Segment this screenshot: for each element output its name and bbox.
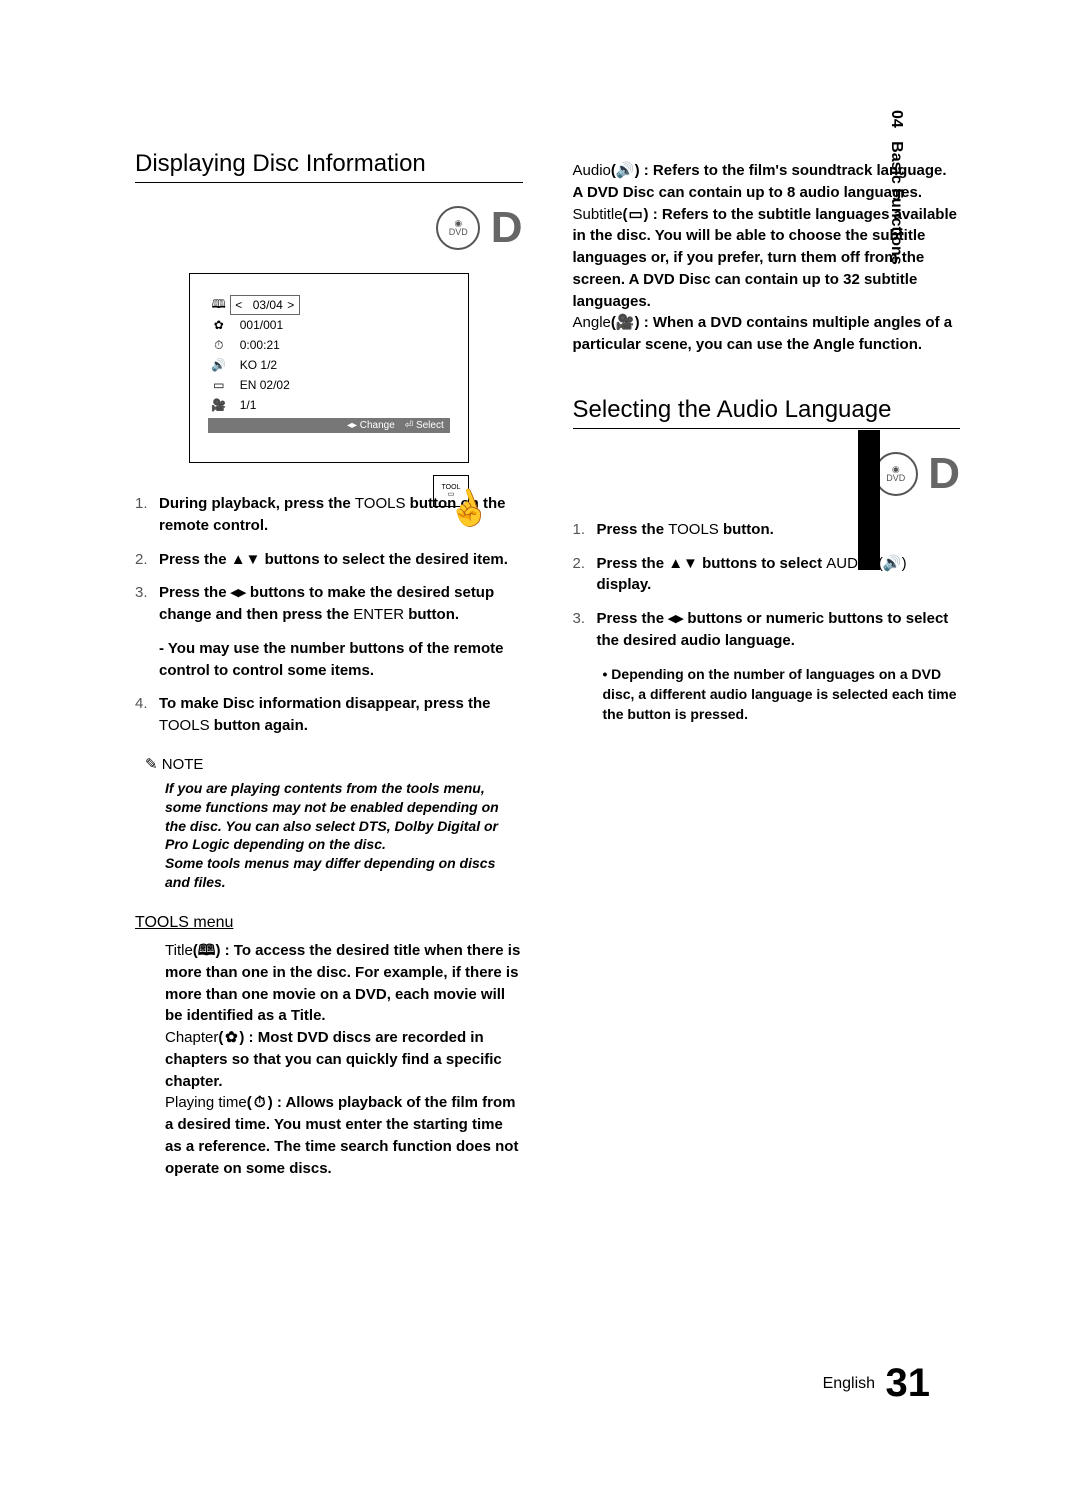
- osd-select-hint: ⏎ Select: [405, 420, 444, 431]
- chapter-icon: ✿: [223, 1027, 239, 1049]
- osd-footer: ◂▸ Change ⏎ Select: [208, 418, 450, 433]
- side-tab: 04 Basic Functions: [887, 110, 905, 265]
- angle-icon: 🎥: [616, 312, 635, 334]
- step-r3: 3. Press the ◂▸ buttons or numeric butto…: [573, 608, 961, 652]
- audio-icon: 🔊: [616, 160, 635, 182]
- step-2: 2. Press the ▲▼ buttons to select the de…: [135, 549, 523, 571]
- note-heading: ✎ NOTE: [145, 755, 523, 773]
- disc-type-badges: ◉DVD D: [135, 203, 523, 253]
- subtitle-icon: ▭: [208, 378, 230, 392]
- tools-item-playing-time: Playing time(⏱) : Allows playback of the…: [165, 1092, 523, 1179]
- title-icon: 🕮: [198, 940, 216, 962]
- osd-title-value: 03/04: [247, 298, 283, 312]
- tools-item-chapter: Chapter(✿) : Most DVD discs are recorded…: [165, 1027, 523, 1092]
- osd-row-title: 🕮 < 03/04 >: [208, 296, 450, 314]
- steps-list-right: 1. Press the TOOLS button. 2. Press the …: [573, 519, 961, 652]
- dvd-disc-icon: ◉DVD: [874, 452, 918, 496]
- osd-change-hint: ◂▸ Change: [347, 420, 395, 431]
- step-3-sub: - You may use the number buttons of the …: [159, 638, 523, 682]
- osd-row-audio: 🔊 KO 1/2: [208, 356, 450, 374]
- time-icon: ⏱: [252, 1092, 268, 1114]
- title-icon: 🕮: [208, 295, 230, 316]
- osd-row-subtitle: ▭ EN 02/02: [208, 376, 450, 394]
- footer-language: English: [823, 1375, 875, 1392]
- step-4: 4. To make Disc information disappear, p…: [135, 693, 523, 737]
- osd-right-arrow: >: [283, 298, 299, 312]
- remote-tool-illustration: TOOL▭ ☝: [433, 475, 483, 545]
- tools-item-title: Title(🕮) : To access the desired title w…: [165, 940, 523, 1027]
- step-3: 3. Press the ◂▸ buttons to make the desi…: [135, 582, 523, 626]
- osd-row-chapter: ✿ 001/001: [208, 316, 450, 334]
- osd-subtitle-value: EN 02/02: [230, 378, 450, 392]
- d-letter-icon: D: [491, 203, 523, 252]
- osd-time-value: 0:00:21: [230, 338, 450, 352]
- osd-audio-value: KO 1/2: [230, 358, 450, 372]
- dvd-disc-icon: ◉DVD: [436, 206, 480, 250]
- tools-menu-heading: TOOLS menu: [135, 914, 523, 932]
- step-r2: 2. Press the ▲▼ buttons to select AUDIO …: [573, 553, 961, 597]
- page-footer: English 31: [823, 1361, 930, 1406]
- disc-type-badges-2: ◉DVD D: [573, 449, 961, 499]
- chapter-label: Basic Functions: [888, 141, 905, 265]
- time-icon: ⏱: [208, 338, 230, 353]
- audio-sub-note: • Depending on the number of languages o…: [603, 664, 961, 725]
- tools-item-angle: Angle(🎥) : When a DVD contains multiple …: [573, 312, 961, 356]
- osd-row-time: ⏱ 0:00:21: [208, 336, 450, 354]
- chapter-number: 04: [888, 110, 905, 128]
- d-letter-icon: D: [928, 449, 960, 498]
- chapter-icon: ✿: [208, 318, 230, 332]
- tools-menu-list-left: Title(🕮) : To access the desired title w…: [165, 940, 523, 1179]
- step-r1: 1. Press the TOOLS button.: [573, 519, 961, 541]
- osd-info-panel: 🕮 < 03/04 > ✿ 001/001 ⏱ 0:00:21 🔊 KO 1/2: [189, 273, 469, 463]
- heading-selecting-audio-language: Selecting the Audio Language: [573, 396, 961, 429]
- angle-icon: 🎥: [208, 398, 230, 412]
- osd-row-angle: 🎥 1/1: [208, 396, 450, 414]
- heading-displaying-disc-info: Displaying Disc Information: [135, 150, 523, 183]
- osd-angle-value: 1/1: [230, 398, 450, 412]
- note-body: If you are playing contents from the too…: [165, 779, 523, 892]
- osd-left-arrow: <: [231, 298, 247, 312]
- osd-chapter-value: 001/001: [230, 318, 450, 332]
- side-thumb-marker: [858, 430, 880, 570]
- audio-icon: 🔊: [208, 358, 230, 372]
- footer-page-number: 31: [886, 1361, 931, 1405]
- subtitle-icon: ▭: [628, 204, 644, 226]
